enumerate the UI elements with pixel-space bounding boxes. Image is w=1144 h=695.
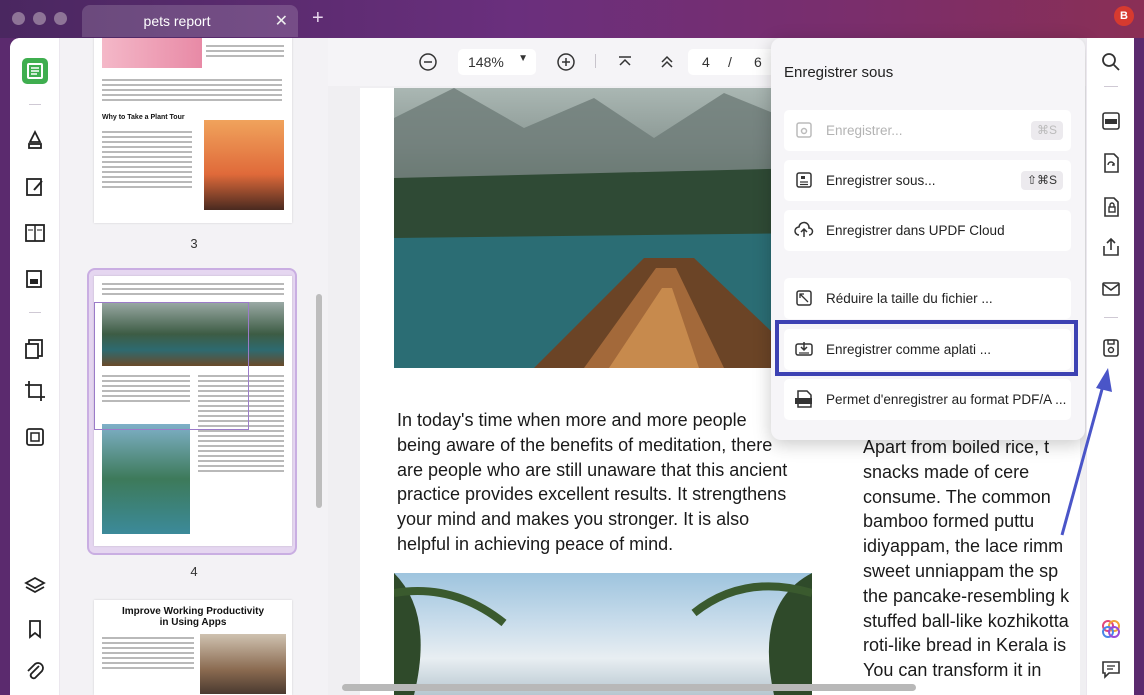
save-as-menu: Enregistrer sous Enregistrer... ⌘S Enreg… — [771, 38, 1085, 440]
rail-divider — [29, 104, 41, 105]
left-tool-rail — [10, 38, 60, 695]
menu-item-label: Enregistrer dans UPDF Cloud — [826, 223, 1005, 238]
current-page-input[interactable]: 4 — [702, 54, 710, 70]
share-icon[interactable] — [1100, 236, 1122, 258]
ocr-icon[interactable] — [1100, 110, 1122, 132]
highlight-annotation — [775, 320, 1078, 376]
save-as-menu-item[interactable]: Enregistrer sous... ⇧⌘S — [784, 160, 1071, 201]
form-edit-icon[interactable] — [22, 266, 48, 292]
zoom-window-button[interactable] — [54, 12, 67, 25]
save-as-icon — [796, 172, 812, 188]
toolbar-divider — [595, 54, 596, 68]
shortcut-badge: ⌘S — [1030, 121, 1063, 140]
thumbnail-pane: Why to Take a Plant Tour 3 4 Improve Wor… — [60, 38, 328, 695]
pointer-arrow-annotation — [1060, 368, 1112, 536]
thumbnail-title: Improve Working Productivity — [121, 606, 265, 617]
reduce-size-menu-item[interactable]: Réduire la taille du fichier ... — [784, 278, 1071, 319]
column-line: stuffed ball-like kozhikotta — [863, 610, 1069, 631]
zoom-select[interactable]: 148% ▼ — [458, 49, 536, 75]
cloud-upload-icon — [794, 221, 814, 237]
save-icon[interactable] — [1100, 337, 1122, 359]
compress-icon — [796, 290, 812, 306]
column-line: sweet unniappam the sp — [863, 560, 1059, 581]
paragraph-line: practice provides excellent results. It … — [397, 484, 787, 505]
first-page-icon[interactable] — [615, 52, 635, 72]
page-separator: / — [728, 54, 732, 70]
page-tools-icon[interactable] — [22, 336, 48, 362]
menu-item-label: Enregistrer... — [826, 123, 903, 138]
thumbnail-page-5[interactable]: Improve Working Productivity in Using Ap… — [94, 600, 292, 695]
thumbnail-heading: Why to Take a Plant Tour — [102, 114, 185, 121]
email-icon[interactable] — [1100, 278, 1122, 300]
thumbnail-page-number: 4 — [190, 564, 198, 579]
lake-boat-photo — [394, 88, 810, 368]
comments-panel-icon[interactable] — [1100, 658, 1122, 680]
paragraph-line: being aware of the benefits of meditatio… — [397, 434, 773, 455]
thumbnail-page-3[interactable]: Why to Take a Plant Tour — [94, 38, 292, 223]
crop-icon[interactable] — [22, 378, 48, 404]
document-paragraph: In today's time when more and more peopl… — [397, 408, 817, 557]
tab-close-icon[interactable]: ✕ — [275, 11, 288, 31]
edit-pdf-icon[interactable] — [22, 174, 48, 200]
thumbnail-page-number: 3 — [190, 236, 198, 251]
title-bar: pets report ✕ + B — [0, 0, 1144, 38]
palm-sky-photo — [394, 573, 812, 695]
rail-divider — [1104, 86, 1118, 87]
layers-icon[interactable] — [22, 573, 48, 599]
organize-pages-icon[interactable] — [22, 220, 48, 246]
menu-title: Enregistrer sous — [784, 64, 894, 81]
close-window-button[interactable] — [12, 12, 25, 25]
zoom-value: 148% — [468, 54, 504, 70]
paragraph-line: In today's time when more and more peopl… — [397, 410, 747, 430]
reader-mode-icon[interactable] — [22, 58, 48, 84]
column-line: the pancake-resembling k — [863, 585, 1070, 606]
thumbnail-scrollbar[interactable] — [316, 294, 322, 508]
menu-item-label: Permet d'enregistrer au format PDF/A ... — [826, 392, 1067, 407]
comment-pen-icon[interactable] — [22, 128, 48, 154]
bookmark-icon[interactable] — [22, 616, 48, 642]
zoom-out-icon[interactable] — [418, 52, 438, 72]
zoom-in-icon[interactable] — [556, 52, 576, 72]
document-tab[interactable]: pets report ✕ — [82, 5, 298, 37]
previous-page-icon[interactable] — [657, 52, 677, 72]
shortcut-badge: ⇧⌘S — [1020, 171, 1063, 190]
menu-item-label: Réduire la taille du fichier ... — [826, 291, 993, 306]
attachment-icon[interactable] — [22, 658, 48, 684]
page-navigator[interactable]: 4 / 6 — [688, 49, 776, 75]
horizontal-scrollbar[interactable] — [342, 684, 916, 691]
protect-icon[interactable] — [1100, 196, 1122, 218]
menu-item-label: Enregistrer sous... — [826, 173, 936, 188]
new-tab-button[interactable]: + — [312, 7, 324, 30]
save-to-cloud-menu-item[interactable]: Enregistrer dans UPDF Cloud — [784, 210, 1071, 251]
total-pages: 6 — [754, 54, 762, 70]
rail-divider — [29, 312, 41, 313]
save-icon — [796, 122, 812, 138]
column-line: roti-like bread in Kerala is — [863, 635, 1067, 656]
thumbnail-page-4[interactable] — [94, 276, 292, 546]
ocr-pages-icon[interactable] — [22, 424, 48, 450]
minimize-window-button[interactable] — [33, 12, 46, 25]
convert-icon[interactable] — [1100, 152, 1122, 174]
thumbnail-title: in Using Apps — [159, 617, 227, 628]
save-menu-item[interactable]: Enregistrer... ⌘S — [784, 110, 1071, 151]
column-line: You can transform it in — [863, 660, 1042, 681]
chevron-down-icon: ▼ — [518, 53, 528, 64]
rail-divider — [1104, 317, 1118, 318]
save-pdfa-menu-item[interactable]: Permet d'enregistrer au format PDF/A ... — [784, 379, 1071, 420]
tab-title: pets report — [143, 13, 211, 29]
paragraph-line: your mind and makes you stronger. It is … — [397, 509, 750, 530]
paragraph-line: helpful in achieving peace of mind. — [397, 533, 674, 554]
ai-assistant-icon[interactable] — [1100, 618, 1122, 640]
avatar[interactable]: B — [1114, 6, 1134, 26]
paragraph-line: are people who are still unaware that th… — [397, 459, 788, 480]
search-icon[interactable] — [1100, 51, 1122, 73]
pdfa-icon — [795, 390, 812, 408]
